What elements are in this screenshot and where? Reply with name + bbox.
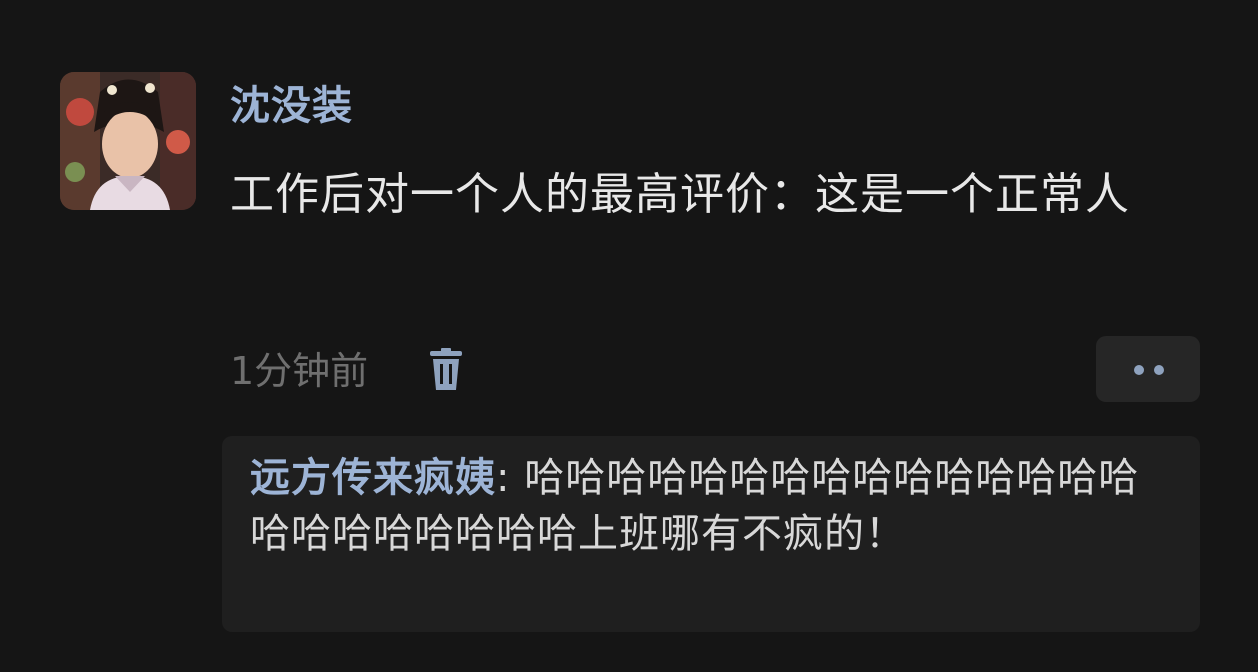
more-dots-icon <box>1134 365 1144 375</box>
reply-author[interactable]: 远方传来疯姨 <box>250 455 496 501</box>
timestamp: 1分钟前 <box>230 349 369 393</box>
reply-item[interactable]: 远方传来疯姨: 哈哈哈哈哈哈哈哈哈哈哈哈哈哈哈哈哈哈哈哈哈哈哈上班哪有不疯的！ <box>222 436 1200 632</box>
post-meta: 1分钟前 <box>230 336 1200 404</box>
post-content: 工作后对一个人的最高评价：这是一个正常人 <box>230 169 1130 220</box>
more-options-button[interactable] <box>1096 336 1200 402</box>
reply-text: 远方传来疯姨: 哈哈哈哈哈哈哈哈哈哈哈哈哈哈哈哈哈哈哈哈哈哈哈上班哪有不疯的！ <box>250 450 1172 562</box>
more-dots-icon-dot <box>1154 365 1164 375</box>
avatar-image <box>60 72 196 210</box>
comment-thread: 沈没装 工作后对一个人的最高评价：这是一个正常人 1分钟前 远方传来疯姨: 哈哈… <box>0 0 1258 672</box>
avatar[interactable] <box>60 72 196 210</box>
reply-separator: : <box>496 455 525 501</box>
trash-icon[interactable] <box>428 348 464 392</box>
post: 沈没装 工作后对一个人的最高评价：这是一个正常人 <box>230 70 1210 232</box>
username[interactable]: 沈没装 <box>230 70 1210 142</box>
